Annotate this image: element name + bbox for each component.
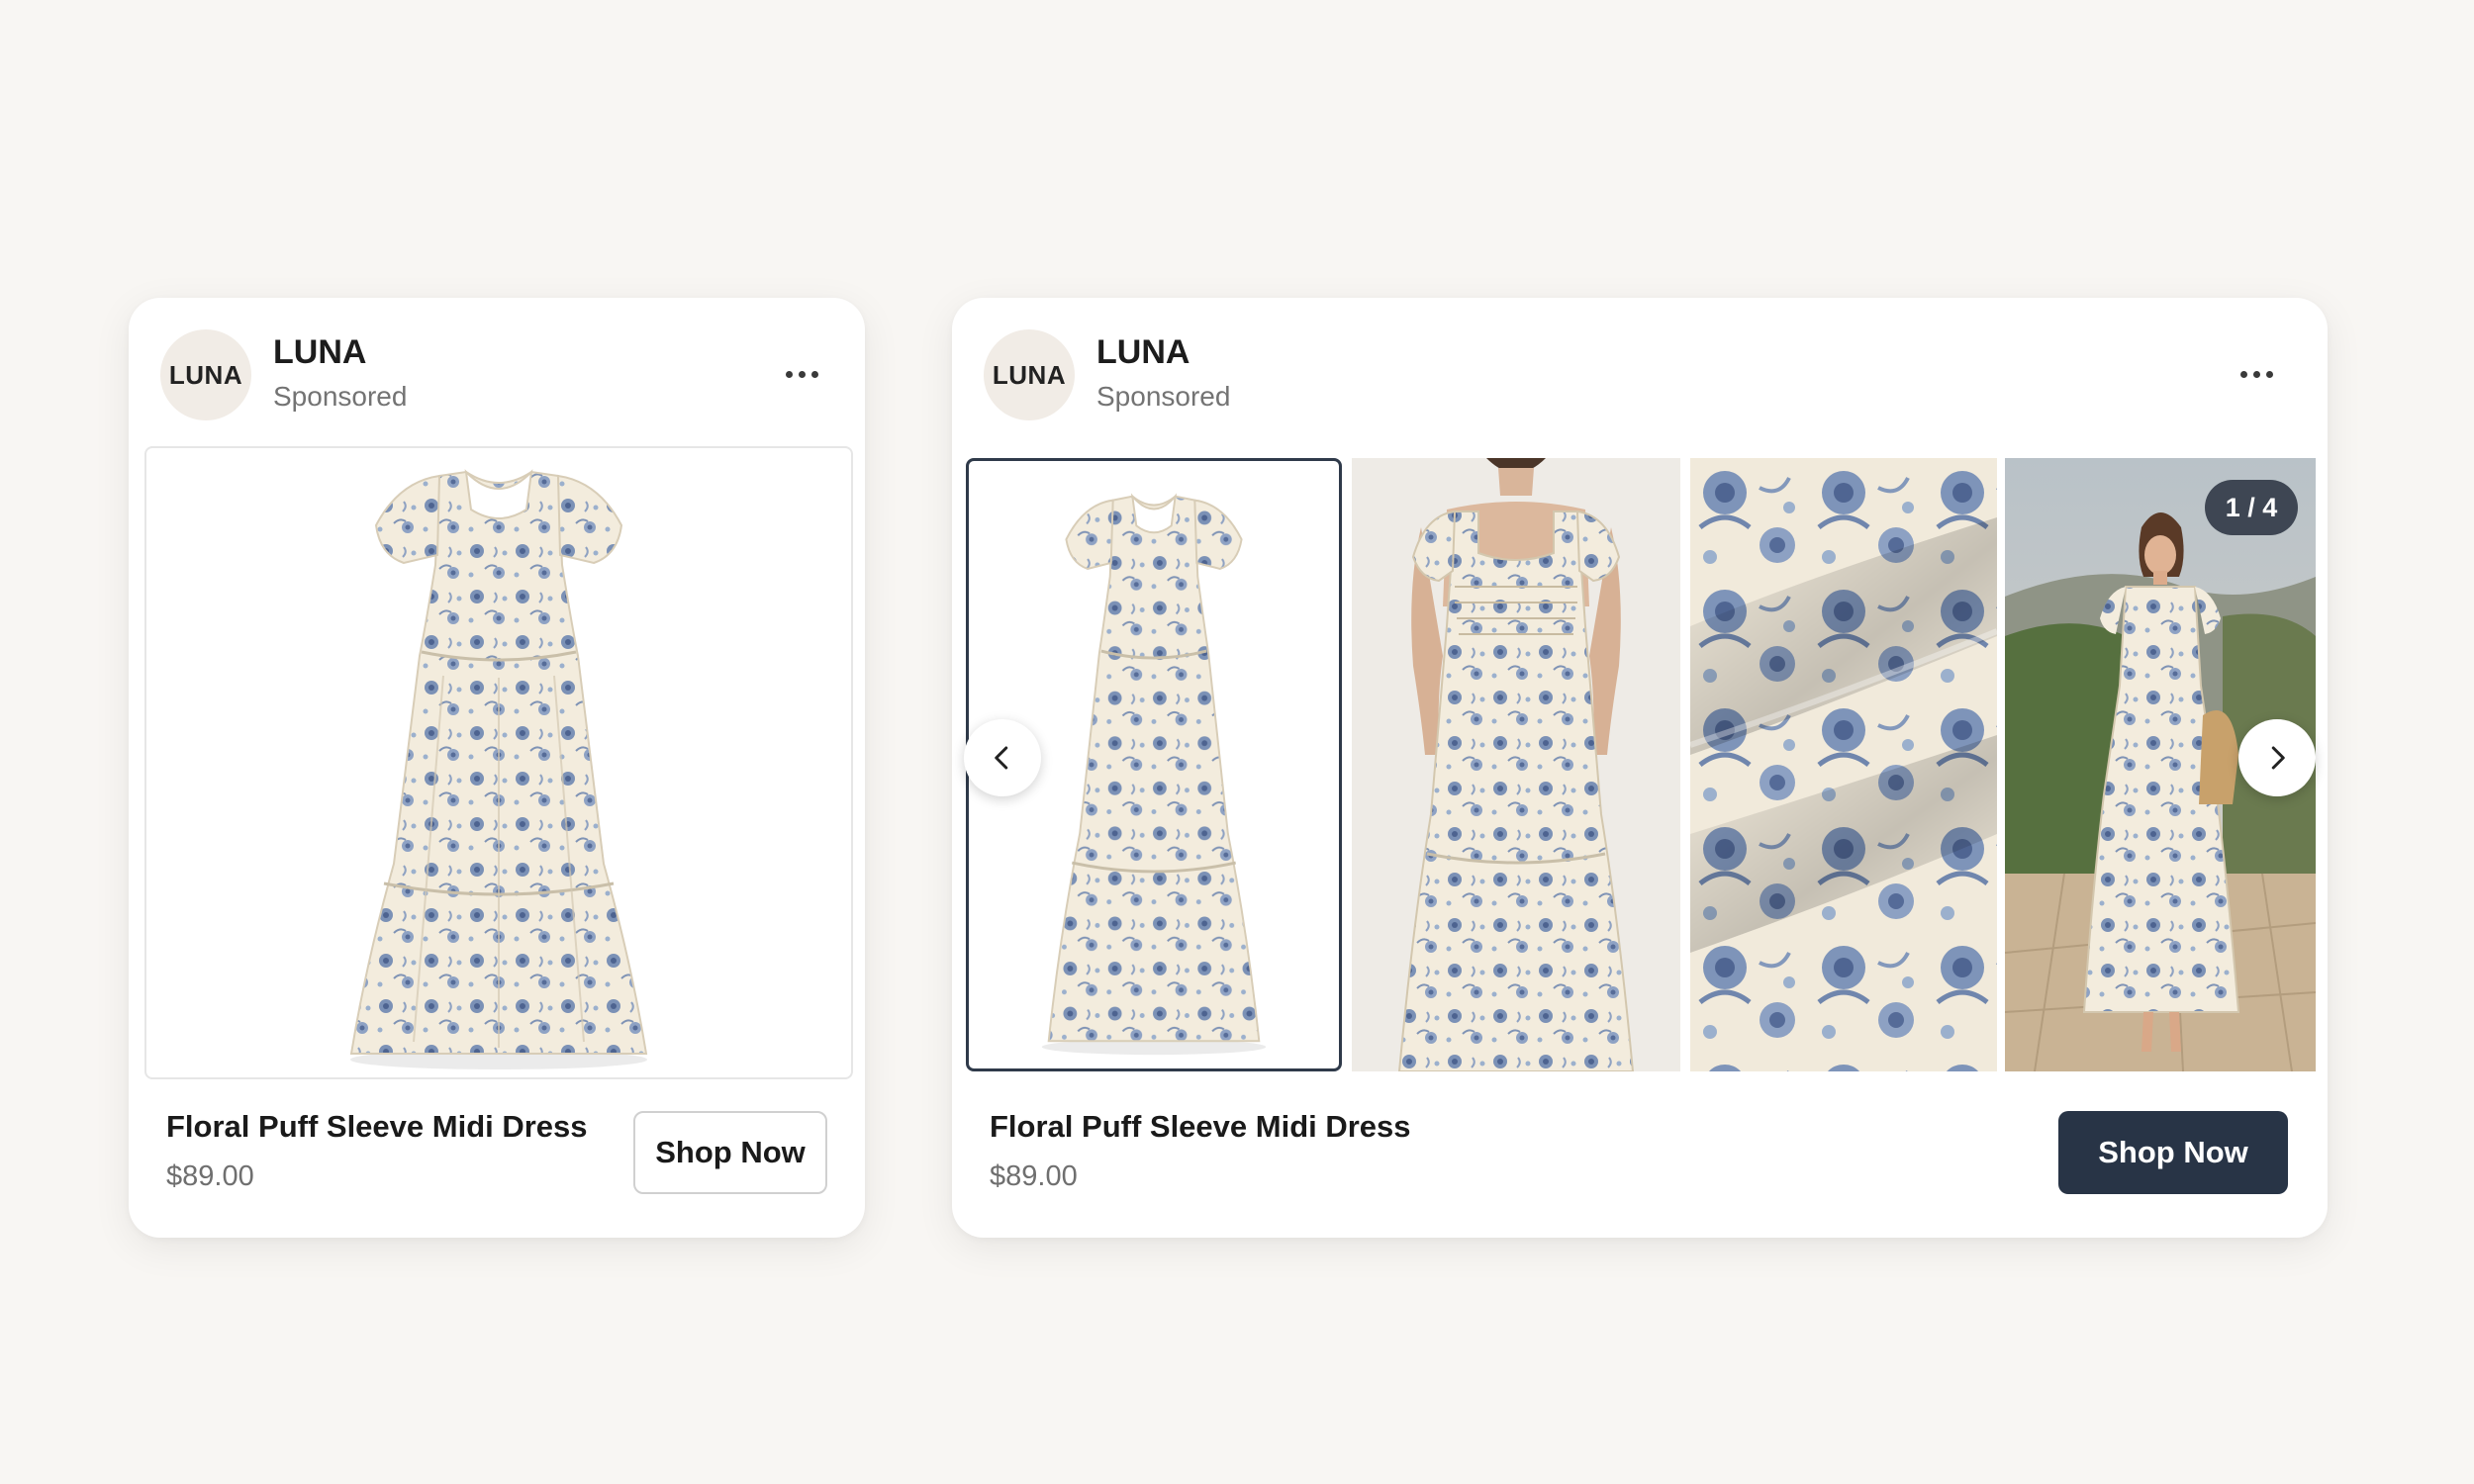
dress-back-image — [1352, 458, 1680, 1071]
product-price: $89.00 — [166, 1160, 254, 1192]
dress-front-image — [349, 469, 648, 1069]
brand-name[interactable]: LUNA — [273, 333, 366, 372]
chevron-right-icon — [2271, 746, 2285, 770]
product-title[interactable]: Floral Puff Sleeve Midi Dress — [990, 1109, 1411, 1145]
more-horizontal-icon — [2239, 370, 2273, 378]
sponsored-label: Sponsored — [1096, 381, 1231, 412]
sponsored-label: Sponsored — [273, 381, 408, 412]
brand-name[interactable]: LUNA — [1096, 333, 1189, 372]
ad-card-single: LUNA LUNA Sponsored Floral Puff Sleeve M… — [129, 298, 865, 1238]
shop-now-button[interactable]: Shop Now — [2058, 1111, 2288, 1194]
brand-avatar[interactable]: LUNA — [160, 329, 251, 420]
product-title[interactable]: Floral Puff Sleeve Midi Dress — [166, 1109, 588, 1145]
carousel-prev-button[interactable] — [964, 719, 1041, 796]
carousel-item-2[interactable] — [1352, 458, 1680, 1071]
carousel-counter-badge: 1 / 4 — [2205, 480, 2298, 535]
ad-card-carousel: LUNA LUNA Sponsored 1 / 4 Floral Puff Sl… — [952, 298, 2328, 1238]
carousel-item-3[interactable] — [1690, 458, 1997, 1071]
more-options-button[interactable] — [770, 349, 833, 399]
chevron-left-icon — [995, 746, 1008, 770]
brand-avatar[interactable]: LUNA — [984, 329, 1075, 420]
shop-now-button[interactable]: Shop Now — [633, 1111, 827, 1194]
product-image[interactable] — [144, 446, 853, 1079]
fabric-closeup-image — [1690, 458, 1997, 1071]
product-price: $89.00 — [990, 1160, 1078, 1192]
more-options-button[interactable] — [2225, 349, 2288, 399]
carousel-next-button[interactable] — [2238, 719, 2316, 796]
more-horizontal-icon — [785, 370, 818, 378]
